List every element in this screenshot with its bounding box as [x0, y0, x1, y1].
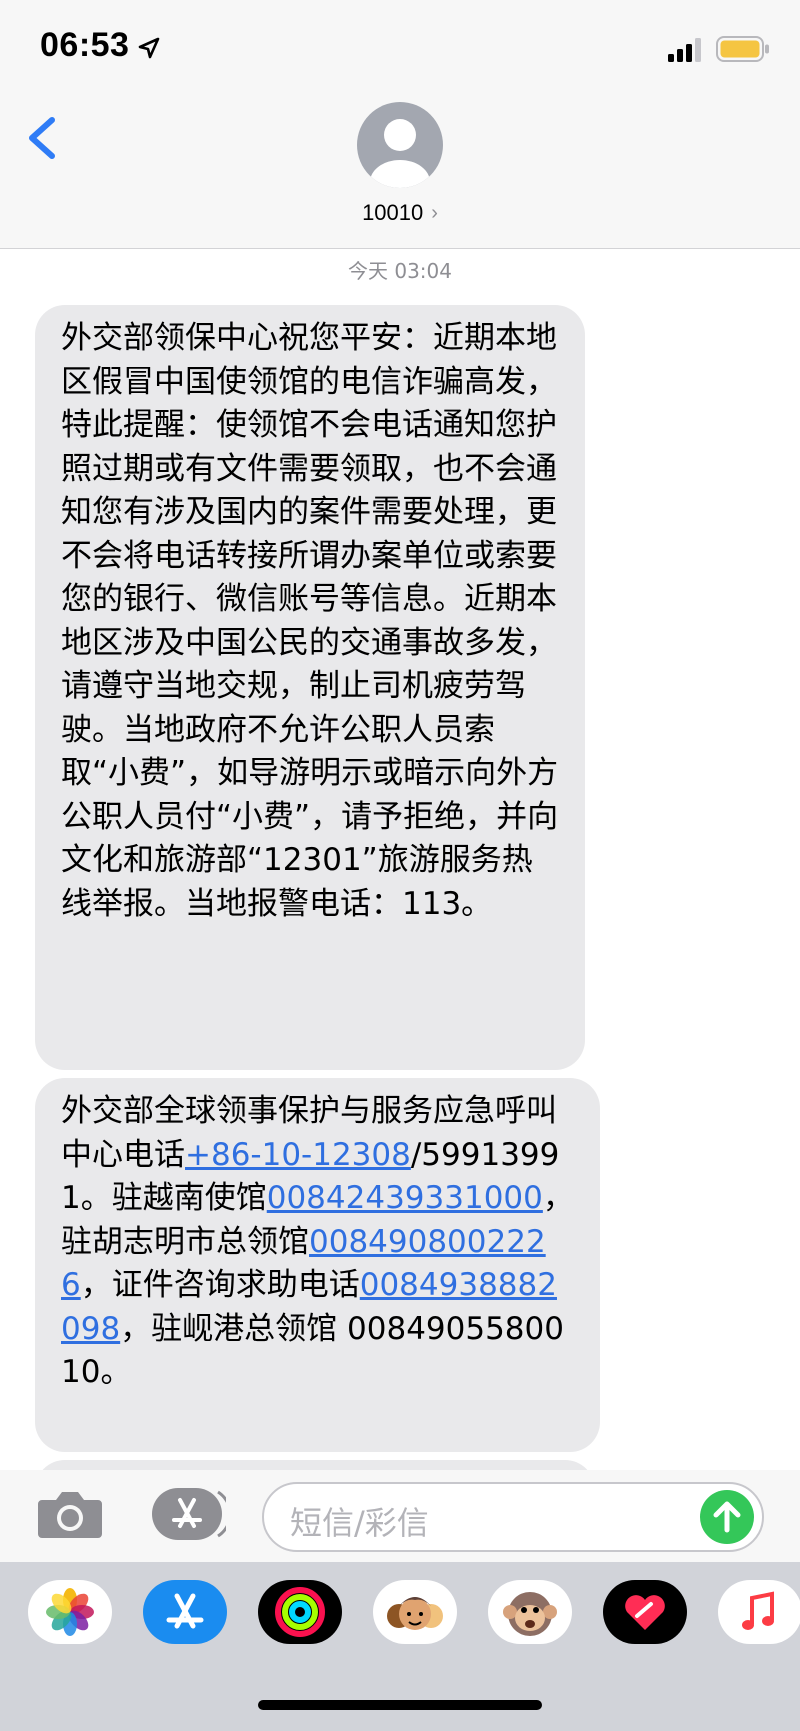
camera-icon	[38, 1492, 102, 1538]
location-arrow-icon	[138, 37, 160, 59]
contact-name-row[interactable]: 10010 ›	[0, 200, 800, 226]
chevron-right-icon: ›	[431, 202, 438, 224]
photos-app-icon[interactable]	[28, 1580, 112, 1644]
animoji-app-icon[interactable]	[488, 1580, 572, 1644]
music-app-icon[interactable]	[718, 1580, 800, 1644]
message-input[interactable]: 短信/彩信	[262, 1482, 764, 1552]
memoji-app-icon[interactable]	[373, 1580, 457, 1644]
app-store-app-icon[interactable]	[143, 1580, 227, 1644]
activity-app-icon[interactable]	[258, 1580, 342, 1644]
cellular-signal-icon	[668, 38, 701, 62]
chevron-left-icon	[29, 117, 55, 159]
app-store-icon	[152, 1488, 232, 1540]
phone-link[interactable]: +86-10-12308	[185, 1137, 411, 1173]
send-button[interactable]	[700, 1490, 754, 1544]
phone-link[interactable]: 00842439331000	[267, 1180, 543, 1216]
message-text: 外交部领保中心祝您平安：近期本地区假冒中国使领馆的电信诈骗高发，特此提醒：使领馆…	[61, 320, 559, 922]
contact-avatar[interactable]	[357, 102, 443, 188]
home-indicator[interactable]	[258, 1700, 542, 1710]
status-time: 06:53	[40, 26, 130, 64]
status-bar: 06:53	[0, 0, 800, 100]
contact-name: 10010	[362, 200, 424, 225]
person-icon	[370, 119, 430, 188]
message-timestamp: 今天 03:04	[348, 259, 452, 283]
message-text-segment: ，证件咨询求助电话	[80, 1267, 360, 1303]
message-input-placeholder: 短信/彩信	[290, 1504, 429, 1542]
message-text-segment: ，驻岘港总领馆 0084905580010。	[61, 1310, 564, 1391]
received-message-bubble[interactable]: 外交部领保中心祝您平安：近期本地区假冒中国使领馆的电信诈骗高发，特此提醒：使领馆…	[35, 305, 585, 1070]
digital-touch-app-icon[interactable]	[603, 1580, 687, 1644]
arrow-up-icon	[713, 1501, 741, 1533]
app-store-button[interactable]	[150, 1484, 232, 1544]
back-button[interactable]	[22, 110, 62, 166]
message-input-bar: 短信/彩信	[0, 1470, 800, 1562]
camera-button[interactable]	[36, 1488, 104, 1540]
battery-icon	[716, 36, 769, 62]
received-message-bubble[interactable]: 外交部全球领事保护与服务应急呼叫中心电话+86-10-12308/5991399…	[35, 1078, 600, 1452]
message-text: 外交部全球领事保护与服务应急呼叫中心电话+86-10-12308/5991399…	[61, 1090, 574, 1395]
